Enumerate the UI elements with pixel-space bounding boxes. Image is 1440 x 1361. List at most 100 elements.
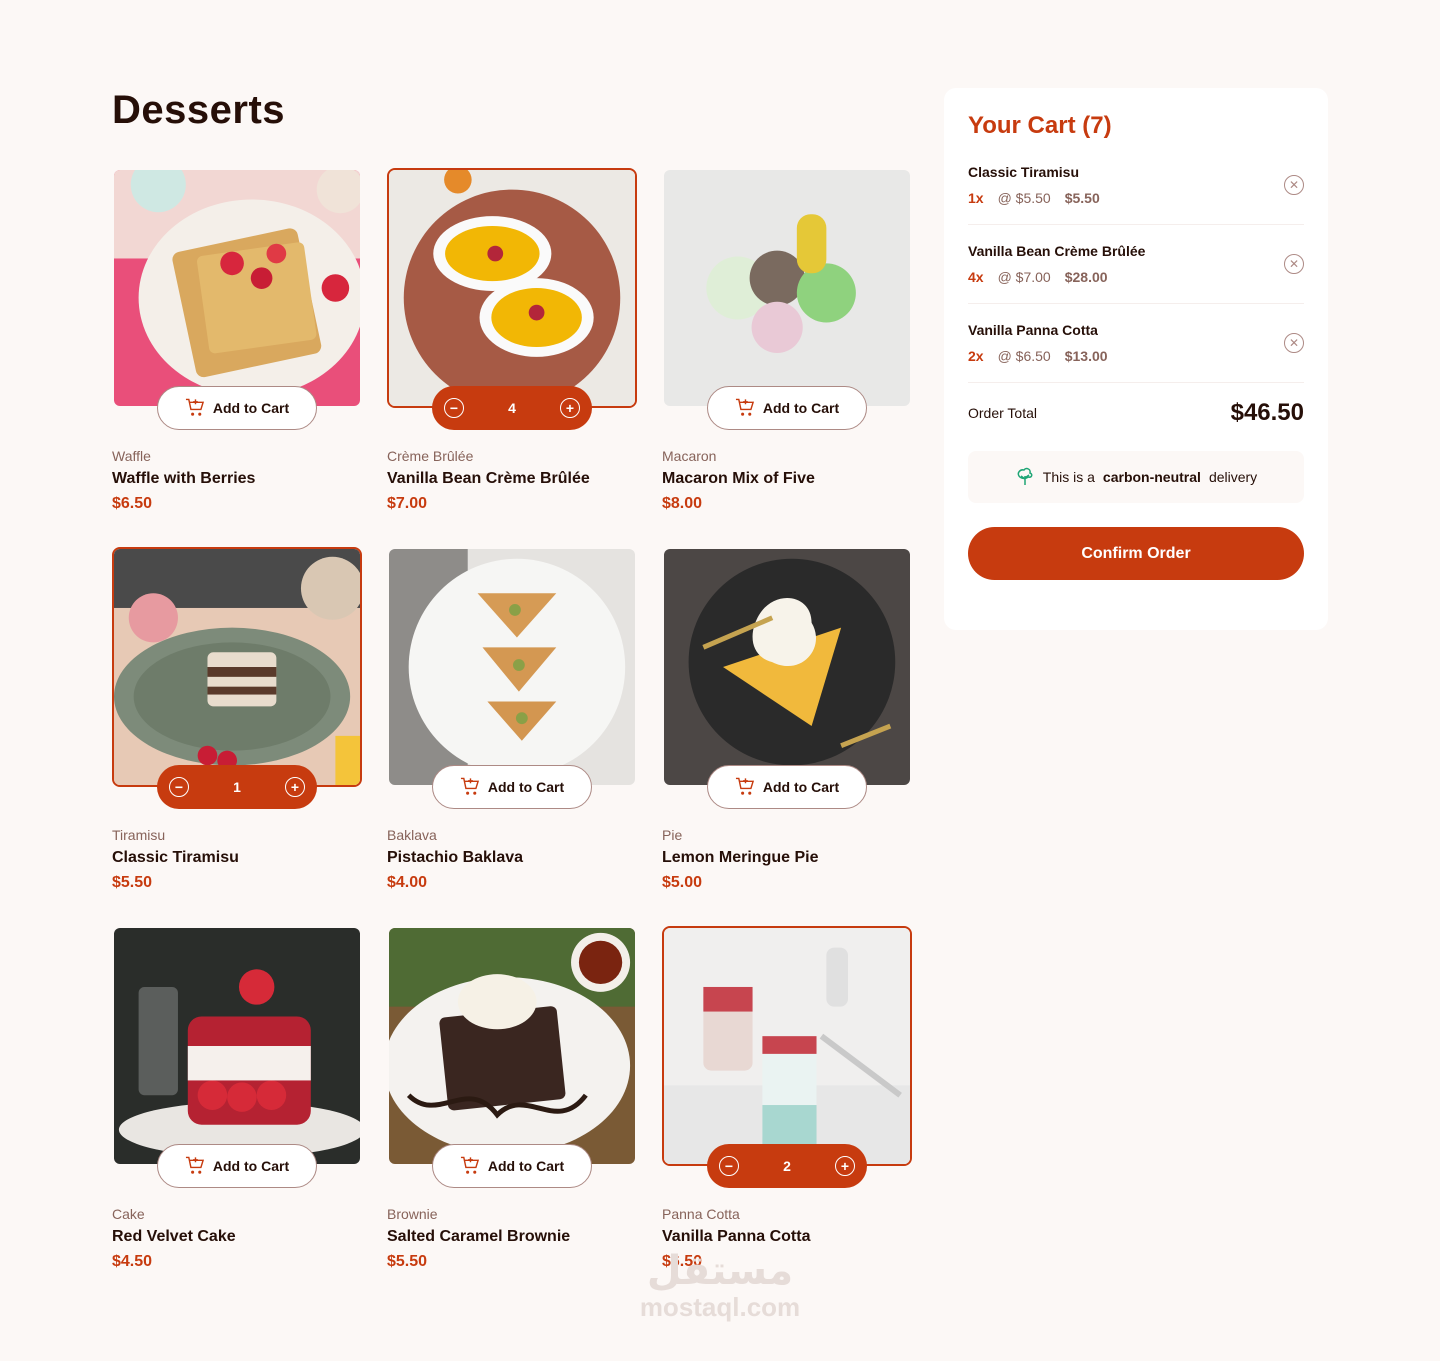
product-name: Red Velvet Cake	[112, 1228, 236, 1245]
cart-item-total: $5.50	[1064, 190, 1100, 206]
product-price: $5.00	[662, 874, 703, 891]
product-name: Macaron Mix of Five	[662, 470, 815, 487]
add-to-cart-icon	[460, 1156, 479, 1174]
quantity-stepper: − 1 +	[157, 765, 317, 809]
product-name: Waffle with Berries	[112, 470, 256, 487]
carbon-bold: carbon-neutral	[1102, 469, 1201, 485]
product-price: $8.00	[662, 495, 703, 512]
product-name: Salted Caramel Brownie	[387, 1228, 571, 1245]
order-total-value: $46.50	[1230, 399, 1304, 426]
product-name: Classic Tiramisu	[112, 849, 239, 866]
product-card: Add to Cart Baklava Pistachio Baklava $4.00	[387, 547, 637, 926]
product-card: − 4 + Crème Brûlée Vanilla Bean Crème Brûlée…	[387, 168, 637, 547]
product-name: Pistachio Baklava	[387, 849, 524, 866]
cart-panel: Your Cart (7) Classic Tiramisu 1x @ $5.50 $…	[944, 88, 1328, 630]
product-card: Add to Cart Waffle Waffle with Berries $6.5…	[112, 168, 362, 547]
decrement-icon[interactable]: −	[719, 1156, 739, 1176]
cart-item-qty: 2x	[968, 348, 984, 364]
increment-icon[interactable]: +	[559, 398, 580, 418]
product-card: Add to Cart Pie Lemon Meringue Pie $5.00	[662, 547, 912, 926]
product-category: Crème Brûlée	[387, 448, 474, 464]
cart-item-unit-price: @ $6.50	[997, 348, 1051, 364]
add-to-cart-icon	[185, 398, 204, 416]
add-to-cart-label: Add to Cart	[487, 779, 565, 795]
confirm-order-button[interactable]: Confirm Order	[968, 527, 1304, 580]
product-price: $6.50	[112, 495, 153, 512]
product-category: Pie	[662, 827, 683, 843]
remove-item-icon[interactable]: ✕	[1284, 333, 1304, 353]
add-to-cart-icon	[735, 398, 754, 416]
cart-item-info: Classic Tiramisu 1x @ $5.50 $5.50	[968, 164, 1100, 206]
remove-item-icon[interactable]: ✕	[1284, 254, 1304, 274]
cart-item-name: Vanilla Panna Cotta	[968, 322, 1098, 338]
quantity-stepper: − 2 +	[707, 1144, 867, 1188]
product-price: $5.50	[387, 1253, 428, 1270]
cart-items: Classic Tiramisu 1x @ $5.50 $5.50 ✕ Vanilla B…	[968, 162, 1304, 383]
baklava-photo	[387, 547, 637, 787]
carbon-prefix: This is a	[1042, 469, 1095, 485]
product-category: Brownie	[387, 1206, 438, 1222]
cake-photo	[112, 926, 362, 1166]
brownie-photo	[387, 926, 637, 1166]
product-category: Waffle	[112, 448, 151, 464]
tiramisu-photo	[112, 547, 362, 787]
product-card: Add to Cart Cake Red Velvet Cake $4.50	[112, 926, 362, 1305]
product-name: Vanilla Bean Crème Brûlée	[387, 470, 590, 487]
page-title: Desserts	[112, 88, 286, 132]
add-to-cart-icon	[460, 777, 479, 795]
add-to-cart-button[interactable]: Add to Cart	[432, 1144, 592, 1188]
product-name: Lemon Meringue Pie	[662, 849, 819, 866]
add-to-cart-icon	[735, 777, 754, 795]
product-grid: Add to Cart Waffle Waffle with Berries $6.5…	[112, 168, 912, 1305]
product-price: $4.00	[387, 874, 428, 891]
add-to-cart-icon	[185, 1156, 204, 1174]
pie-photo	[662, 547, 912, 787]
product-price: $5.50	[112, 874, 153, 891]
watermark-arabic: مستقل	[646, 1249, 794, 1293]
carbon-neutral-note: This is a carbon-neutral delivery	[968, 451, 1304, 503]
cart-item-name: Vanilla Bean Crème Brûlée	[968, 243, 1146, 259]
product-category: Tiramisu	[112, 827, 166, 843]
increment-icon[interactable]: +	[834, 1156, 855, 1176]
order-total-label: Order Total	[968, 405, 1037, 421]
decrement-icon[interactable]: −	[169, 777, 189, 797]
add-to-cart-label: Add to Cart	[762, 400, 840, 416]
watermark: مستقل mostaql.com	[632, 1250, 808, 1323]
quantity-value: 1	[233, 779, 241, 795]
product-category: Baklava	[387, 827, 437, 843]
cart-item-name: Classic Tiramisu	[968, 164, 1080, 180]
add-to-cart-button[interactable]: Add to Cart	[707, 765, 867, 809]
quantity-stepper: − 4 +	[432, 386, 592, 430]
carbon-suffix: delivery	[1208, 469, 1258, 485]
cart-item-total: $13.00	[1064, 348, 1108, 364]
add-to-cart-button[interactable]: Add to Cart	[432, 765, 592, 809]
product-card: Add to Cart Brownie Salted Caramel Brownie…	[387, 926, 637, 1305]
cart-item-meta: 2x @ $6.50 $13.00	[968, 348, 1108, 364]
add-to-cart-button[interactable]: Add to Cart	[157, 386, 317, 430]
add-to-cart-button[interactable]: Add to Cart	[707, 386, 867, 430]
cart-item-total: $28.00	[1064, 269, 1108, 285]
cart-item: Vanilla Panna Cotta 2x @ $6.50 $13.00 ✕	[968, 320, 1304, 383]
cart-item-meta: 4x @ $7.00 $28.00	[968, 269, 1145, 285]
panna-cotta-photo	[662, 926, 912, 1166]
cart-item-qty: 1x	[968, 190, 984, 206]
add-to-cart-label: Add to Cart	[762, 779, 840, 795]
cart-item: Vanilla Bean Crème Brûlée 4x @ $7.00 $28.00…	[968, 241, 1304, 304]
add-to-cart-label: Add to Cart	[487, 1158, 565, 1174]
cart-item-info: Vanilla Bean Crème Brûlée 4x @ $7.00 $28.00	[968, 243, 1145, 285]
quantity-value: 4	[508, 400, 516, 416]
product-price: $4.50	[112, 1253, 153, 1270]
product-category: Macaron	[662, 448, 717, 464]
quantity-value: 2	[783, 1158, 791, 1174]
increment-icon[interactable]: +	[284, 777, 305, 797]
cart-item: Classic Tiramisu 1x @ $5.50 $5.50 ✕	[968, 162, 1304, 225]
cart-item-unit-price: @ $7.00	[997, 269, 1051, 285]
macaron-photo	[662, 168, 912, 408]
add-to-cart-button[interactable]: Add to Cart	[157, 1144, 317, 1188]
cart-item-info: Vanilla Panna Cotta 2x @ $6.50 $13.00	[968, 322, 1108, 364]
decrement-icon[interactable]: −	[444, 398, 464, 418]
add-to-cart-label: Add to Cart	[212, 400, 290, 416]
product-price: $7.00	[387, 495, 428, 512]
remove-item-icon[interactable]: ✕	[1284, 175, 1304, 195]
product-card: − 1 + Tiramisu Classic Tiramisu $5.50	[112, 547, 362, 926]
